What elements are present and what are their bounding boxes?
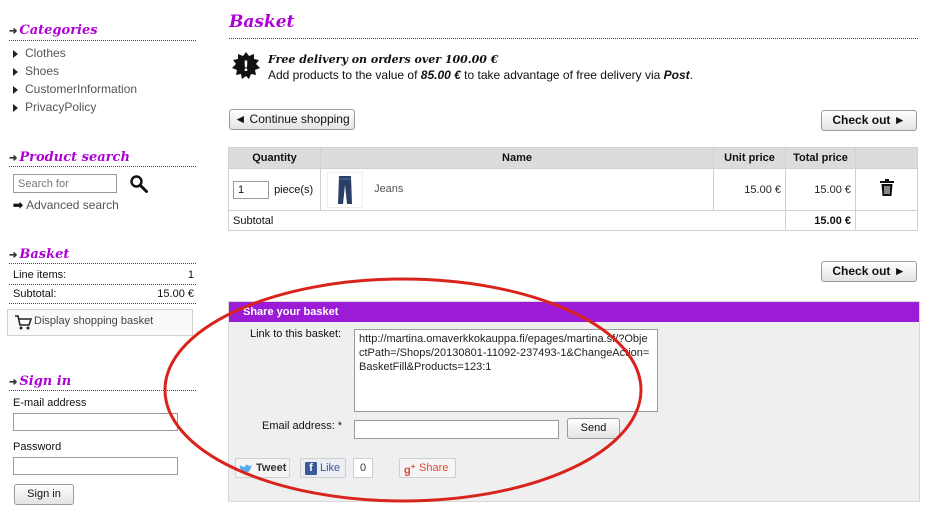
sidebar-item-shoes[interactable]: Shoes (13, 64, 59, 78)
password-label: Password (13, 441, 62, 453)
page-title: Basket (229, 12, 295, 32)
heading-marker-icon: ➜ (9, 153, 18, 164)
product-search-heading: ➜ Product search (9, 150, 130, 165)
title-divider (229, 38, 918, 39)
col-actions (855, 147, 918, 169)
subtotal-value: 15.00 € (157, 288, 194, 300)
subtotal-row: Subtotal 15.00 € (228, 210, 918, 231)
delivery-headline: Free delivery on orders over 100.00 € (268, 53, 499, 66)
email-address-label: Email address: * (262, 420, 343, 432)
triangle-right-icon (13, 67, 18, 76)
like-label: Like (320, 462, 341, 474)
heading-marker-icon: ➜ (9, 377, 18, 388)
subtotal-empty-cell (855, 210, 918, 231)
product-name-link[interactable]: Jeans (374, 183, 403, 195)
triangle-right-icon (13, 49, 18, 58)
tweet-label: Tweet (256, 462, 287, 474)
triangle-right-icon (13, 85, 18, 94)
basket-table: Quantity Name Unit price Total price pie… (228, 147, 918, 231)
share-email-input[interactable] (354, 420, 559, 439)
name-cell: Jeans (320, 168, 714, 211)
search-icon[interactable] (129, 174, 149, 194)
like-count: 0 (353, 458, 373, 478)
arrow-right-icon: ➡ (13, 198, 24, 212)
advanced-search-link[interactable]: ➡ Advanced search (13, 198, 119, 212)
sidebar-item-customerinformation[interactable]: CustomerInformation (13, 82, 137, 96)
sidebar-basket-divider (9, 263, 196, 264)
col-name: Name (320, 147, 714, 169)
sign-in-divider (9, 390, 196, 391)
heading-marker-icon: ➜ (9, 26, 18, 37)
link-label: Link to this basket: (250, 328, 342, 340)
email-label: E-mail address (13, 397, 87, 409)
unit-price-cell: 15.00 € (713, 168, 786, 211)
delivery-text: Add products to the value of 85.00 € to … (268, 68, 693, 82)
display-basket-button[interactable]: Display shopping basket (7, 309, 193, 336)
table-header-row: Quantity Name Unit price Total price (228, 147, 918, 169)
share-label: Share (419, 462, 449, 474)
search-input[interactable] (13, 174, 117, 193)
sidebar-basket-heading: ➜ Basket (9, 247, 70, 262)
product-search-divider (9, 166, 196, 167)
twitter-bird-icon (239, 464, 252, 474)
actions-cell (855, 168, 918, 211)
table-subtotal-value: 15.00 € (785, 210, 856, 231)
quantity-cell: piece(s) (228, 168, 321, 211)
line-items-label: Line items: (13, 269, 67, 281)
badge-exclamation-icon: ! (232, 52, 260, 79)
subtotal-label: Subtotal: (13, 288, 57, 300)
checkout-button-top[interactable]: Check out ► (821, 110, 917, 131)
col-quantity: Quantity (228, 147, 321, 169)
triangle-right-icon (13, 103, 18, 112)
categories-divider (9, 40, 196, 41)
tweet-button[interactable]: Tweet (235, 458, 290, 478)
delivery-method: Post (663, 68, 690, 82)
shopping-cart-icon (15, 315, 32, 330)
table-subtotal-label: Subtotal (228, 210, 786, 231)
quantity-input[interactable] (233, 180, 269, 199)
jeans-thumbnail[interactable] (327, 171, 363, 208)
google-plus-icon: g+ (404, 462, 416, 477)
sign-in-heading: ➜ Sign in (9, 374, 72, 389)
checkout-button-bottom[interactable]: Check out ► (821, 261, 917, 282)
line-items-divider (9, 284, 196, 285)
col-unit-price: Unit price (713, 147, 786, 169)
table-row: piece(s) Jeans 15.00 € 15.00 € (228, 168, 918, 211)
share-basket-heading: Share your basket (229, 302, 919, 322)
display-basket-label: Display shopping basket (34, 315, 154, 327)
continue-shopping-button[interactable]: ◄ Continue shopping (229, 109, 355, 130)
trash-icon[interactable] (879, 179, 895, 197)
basket-link-textarea[interactable]: http://martina.omaverkkokauppa.fi/epages… (354, 329, 658, 412)
facebook-icon: f (305, 462, 317, 475)
sidebar-item-privacypolicy[interactable]: PrivacyPolicy (13, 100, 96, 114)
quantity-unit: piece(s) (274, 183, 314, 196)
line-items-value: 1 (187, 269, 194, 281)
col-total-price: Total price (785, 147, 856, 169)
svg-text:!: ! (243, 59, 249, 75)
delivery-amount: 85.00 € (420, 68, 461, 82)
total-price-cell: 15.00 € (785, 168, 856, 211)
sign-in-button[interactable]: Sign in (14, 484, 74, 505)
google-share-button[interactable]: g+ Share (399, 458, 456, 478)
email-field[interactable] (13, 413, 178, 431)
sidebar-item-clothes[interactable]: Clothes (13, 46, 66, 60)
facebook-like-button[interactable]: f Like (300, 458, 346, 478)
password-field[interactable] (13, 457, 178, 475)
subtotal-divider (9, 303, 196, 304)
send-button[interactable]: Send (567, 418, 620, 439)
categories-heading: ➜ Categories (9, 23, 98, 38)
heading-marker-icon: ➜ (9, 250, 18, 261)
